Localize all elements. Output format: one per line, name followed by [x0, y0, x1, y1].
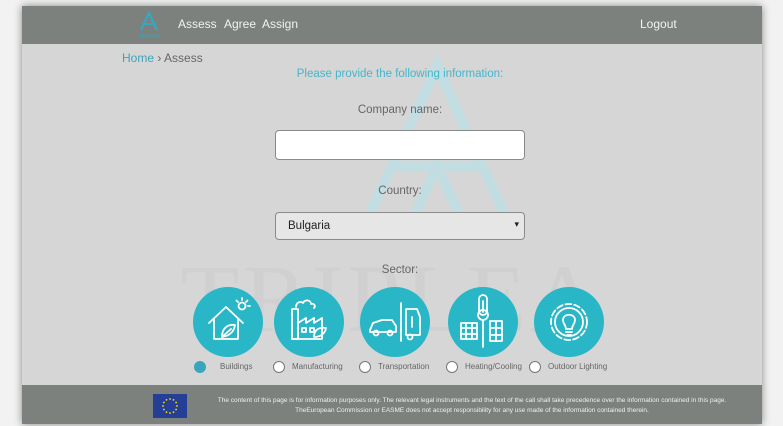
house-leaf-icon [208, 297, 251, 340]
breadcrumb-separator: › [157, 51, 162, 65]
logout-link[interactable]: Logout [640, 17, 677, 31]
sector-heating-cooling-card[interactable] [448, 287, 518, 357]
radio-button[interactable] [446, 361, 458, 373]
dropdown-arrow-icon: ▾ [514, 219, 519, 229]
radio-button[interactable] [194, 361, 206, 373]
truck-icon [369, 302, 421, 342]
sector-manufacturing-card[interactable] [274, 287, 344, 357]
footer: The content of this page is for informat… [22, 385, 762, 424]
triplea-logo-icon[interactable]: TRIPLEA [134, 10, 164, 40]
sector-transportation-card[interactable] [360, 287, 430, 357]
nav-assign-link[interactable]: Assign [262, 17, 298, 31]
sector-label: Sector: [381, 264, 419, 276]
sector-label-buildings: Buildings [220, 362, 253, 371]
nav-assess-link[interactable]: Assess [178, 17, 217, 31]
top-navbar: TRIPLEA Assess Agree Assign Logout [22, 6, 762, 44]
company-name-label: Company name: [357, 104, 443, 116]
breadcrumb-current: Assess [164, 51, 203, 65]
breadcrumb-home-link[interactable]: Home [122, 51, 154, 65]
footer-disclaimer: The content of this page is for informat… [217, 397, 727, 414]
sector-label-transportation: Transportation [378, 362, 430, 371]
country-select[interactable]: Bulgaria ▾ [275, 212, 525, 240]
sector-label-manufacturing: Manufacturing [292, 362, 343, 371]
sector-label-outdoor-lighting: Outdoor Lighting [548, 362, 608, 371]
sector-label-heating-cooling: Heating/Cooling [465, 362, 522, 371]
logo-text: TRIPLEA [139, 34, 161, 40]
radio-button[interactable] [273, 361, 285, 373]
sector-buildings-card[interactable] [193, 287, 263, 357]
thermometer-building-icon [460, 294, 503, 348]
gear-bulb-icon [550, 303, 588, 341]
form-heading: Please provide the following information… [296, 68, 504, 80]
browser-page: TRIPLEA TRIPLEA Assess Agree Assign Logo… [22, 6, 762, 424]
country-label: Country: [378, 185, 422, 197]
nav-agree-link[interactable]: Agree [224, 17, 256, 31]
country-selected-value: Bulgaria [288, 220, 331, 232]
radio-button[interactable] [359, 361, 371, 373]
eu-flag-icon [153, 394, 187, 418]
sector-outdoor-lighting-card[interactable] [534, 287, 604, 357]
company-name-input[interactable] [275, 130, 525, 160]
breadcrumb: Home › Assess [122, 51, 203, 65]
radio-button[interactable] [529, 361, 541, 373]
factory-icon [291, 299, 327, 340]
